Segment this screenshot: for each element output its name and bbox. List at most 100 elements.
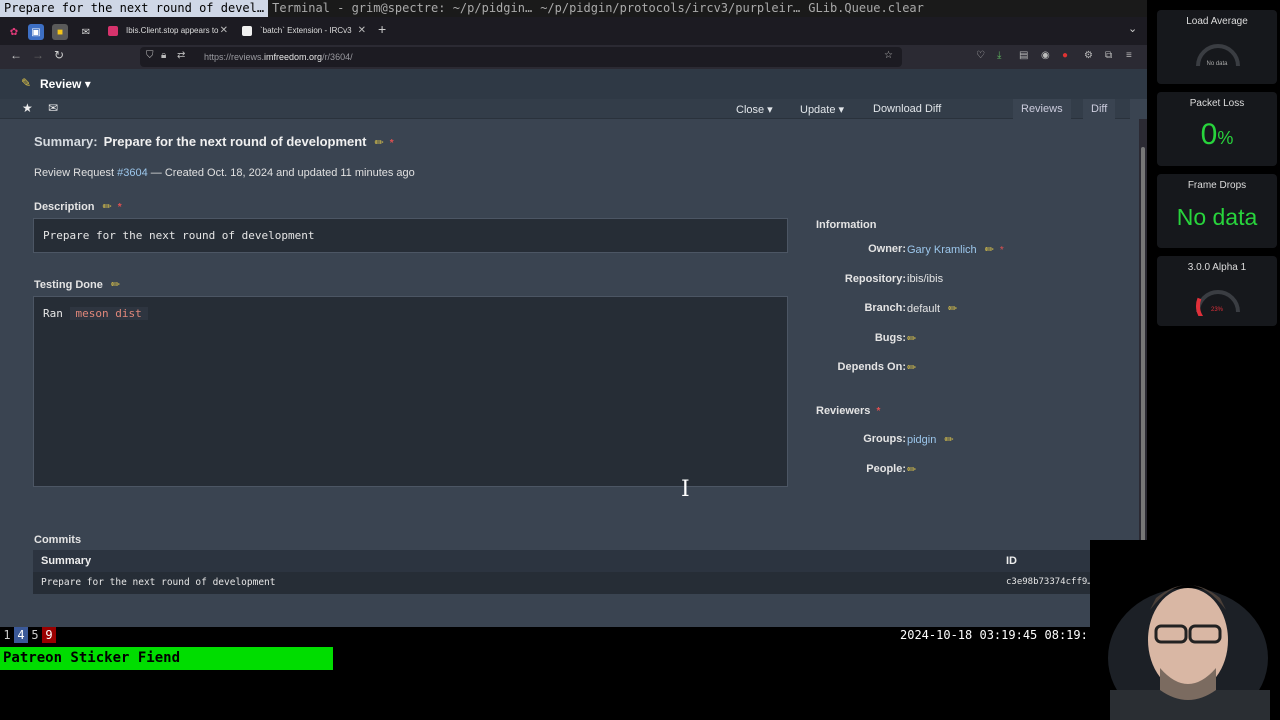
commit-summary: Prepare for the next round of developmen… bbox=[41, 577, 276, 588]
star-icon[interactable]: ★ bbox=[22, 101, 33, 115]
browser-window: ✿ ▣ ■ ✉ Ibis.Client.stop appears to ✕ `b… bbox=[0, 17, 1147, 627]
frame-drops-value: No data bbox=[1176, 204, 1258, 230]
edit-pencil-icon[interactable]: ✏ bbox=[907, 333, 916, 345]
pocket-icon[interactable]: ♡ bbox=[976, 50, 985, 61]
inline-code: meson dist bbox=[69, 307, 148, 320]
required-marker-icon: * bbox=[876, 406, 881, 417]
alpha-progress-title: 3.0.0 Alpha 1 bbox=[1187, 262, 1247, 273]
window-title[interactable]: Terminal - grim@spectre: ~/p/pidgin… bbox=[268, 0, 536, 17]
request-meta: Review Request #3604 — Created Oct. 18, … bbox=[34, 167, 415, 179]
back-icon[interactable]: ← bbox=[10, 48, 22, 62]
forward-icon[interactable]: → bbox=[32, 48, 44, 62]
reviewers-heading-row: Reviewers * bbox=[816, 405, 1116, 421]
alpha-progress-card: 3.0.0 Alpha 1 23% bbox=[1157, 256, 1277, 326]
menu-icon[interactable]: ≡ bbox=[1126, 50, 1132, 61]
tab[interactable]: Ibis.Client.stop appears to ✕ bbox=[102, 20, 234, 42]
tab-bar: ✿ ▣ ■ ✉ Ibis.Client.stop appears to ✕ `b… bbox=[0, 17, 1147, 45]
nav-review-menu[interactable]: Review ▾ bbox=[40, 77, 91, 91]
pinned-tab-icon[interactable]: ✉ bbox=[78, 24, 94, 40]
testing-done-field[interactable]: Ran meson dist bbox=[33, 296, 788, 487]
workspace-9[interactable]: 9 bbox=[42, 627, 56, 643]
frame-drops-title: Frame Drops bbox=[1187, 180, 1247, 191]
summary-label: Summary: bbox=[34, 134, 98, 149]
summary-text: Prepare for the next round of developmen… bbox=[103, 134, 367, 149]
branch-value: default ✏ bbox=[907, 303, 958, 315]
update-menu-button[interactable]: Update ▾ bbox=[800, 103, 844, 116]
workspace-5[interactable]: 5 bbox=[28, 627, 42, 643]
workspace-4[interactable]: 4 bbox=[14, 627, 28, 643]
top-navigation: ✎ Review ▾ bbox=[0, 69, 1147, 99]
required-marker-icon: * bbox=[999, 245, 1004, 256]
groups-link[interactable]: pidgin ✏ bbox=[907, 433, 954, 446]
pinned-tab-icon[interactable]: ▣ bbox=[28, 24, 44, 40]
close-menu-button[interactable]: Close ▾ bbox=[736, 103, 773, 116]
information-panel: Information Owner: Gary Kramlich ✏ * Repos… bbox=[816, 219, 1116, 476]
owner-link[interactable]: Gary Kramlich ✏ * bbox=[907, 243, 1004, 256]
account-icon[interactable]: ◉ bbox=[1041, 50, 1050, 61]
commits-table: Summary ID Prepare for the next round of… bbox=[33, 550, 1113, 594]
request-id-link[interactable]: #3604 bbox=[117, 167, 148, 179]
download-icon[interactable]: ⤓ bbox=[997, 50, 1001, 61]
tab-label: `batch` Extension - IRCv3 bbox=[260, 26, 352, 35]
repository-value: ibis/ibis bbox=[907, 273, 944, 285]
information-heading: Information bbox=[816, 219, 877, 231]
download-diff-button[interactable]: Download Diff bbox=[873, 103, 941, 115]
required-marker-icon: * bbox=[389, 138, 394, 149]
groups-row: Groups: pidgin ✏ bbox=[863, 433, 954, 446]
edit-pencil-icon[interactable]: ✏ bbox=[111, 279, 120, 291]
load-average-card: Load Average No data bbox=[1157, 10, 1277, 84]
bookmark-star-icon[interactable]: ☆ bbox=[884, 50, 893, 61]
url-bar[interactable]: ⛉ 🔒︎ ⇄ https://reviews.imfreedom.org/r/3… bbox=[140, 47, 902, 67]
extension-icon[interactable]: ● bbox=[1062, 50, 1068, 61]
reload-icon[interactable]: ↻ bbox=[54, 48, 64, 62]
extension-icon[interactable]: ⚙ bbox=[1084, 50, 1093, 61]
app-logo-icon[interactable]: ✿ bbox=[6, 24, 22, 40]
edit-pencil-icon[interactable]: ✏ bbox=[944, 434, 953, 446]
tab-diff[interactable]: Diff bbox=[1083, 99, 1116, 119]
window-title[interactable]: GLib.Queue.clear bbox=[804, 0, 928, 17]
extensions-puzzle-icon[interactable]: ⧉ bbox=[1105, 50, 1112, 61]
summary-heading: Summary: Prepare for the next round of de… bbox=[34, 134, 394, 149]
text-cursor-icon: I bbox=[681, 477, 690, 502]
window-title[interactable]: ~/p/pidgin/protocols/ircv3/purpleir… bbox=[536, 0, 804, 17]
mail-icon[interactable]: ✉ bbox=[48, 101, 58, 115]
depends-on-row: Depends On: ✏ bbox=[837, 361, 917, 374]
pinned-tab-active-icon[interactable]: ■ bbox=[52, 24, 68, 40]
edit-pencil-icon[interactable]: ✏ bbox=[907, 362, 916, 374]
review-logo-icon: ✎ bbox=[21, 76, 32, 90]
owner-row: Owner: Gary Kramlich ✏ * bbox=[868, 243, 1004, 256]
people-row: People: ✏ bbox=[866, 463, 917, 476]
edit-pencil-icon[interactable]: ✏ bbox=[907, 464, 916, 476]
bugs-row: Bugs: ✏ bbox=[874, 332, 917, 345]
edit-pencil-icon[interactable]: ✏ bbox=[103, 201, 112, 213]
packet-loss-card: Packet Loss 0% bbox=[1157, 92, 1277, 166]
reader-view-icon[interactable]: ▤ bbox=[1019, 50, 1028, 61]
patreon-banner: Patreon Sticker Fiend bbox=[0, 647, 333, 670]
page-content: ✎ Review ▾ ★ ✉ Close ▾ Update ▾ Download… bbox=[0, 69, 1147, 627]
edit-pencil-icon[interactable]: ✏ bbox=[375, 137, 384, 149]
reviewers-heading: Reviewers * bbox=[816, 405, 881, 417]
description-field[interactable]: Prepare for the next round of developmen… bbox=[33, 218, 788, 253]
window-title-active[interactable]: Prepare for the next round of devel… bbox=[0, 0, 269, 17]
table-row[interactable]: Prepare for the next round of developmen… bbox=[33, 572, 1113, 594]
scrollbar-thumb[interactable] bbox=[1141, 147, 1145, 547]
tab-reviews[interactable]: Reviews bbox=[1013, 99, 1071, 119]
column-summary: Summary bbox=[41, 555, 92, 567]
commit-id[interactable]: c3e98b73374cff9… bbox=[1006, 577, 1093, 587]
tab-close-icon[interactable]: ✕ bbox=[358, 20, 366, 42]
edit-pencil-icon[interactable]: ✏ bbox=[985, 244, 994, 256]
clock: 2024-10-18 03:19:45 08:19: bbox=[900, 628, 1088, 642]
review-action-bar: ★ ✉ Close ▾ Update ▾ Download Diff Revie… bbox=[0, 99, 1130, 119]
workspace-1[interactable]: 1 bbox=[0, 627, 14, 643]
lock-icon[interactable]: 🔒︎ bbox=[161, 50, 166, 61]
packet-loss-value: 0% bbox=[1200, 118, 1234, 151]
tab-close-icon[interactable]: ✕ bbox=[220, 20, 228, 42]
edit-pencil-icon[interactable]: ✏ bbox=[948, 303, 957, 315]
permissions-icon[interactable]: ⇄ bbox=[177, 50, 185, 61]
frame-drops-card: Frame Drops No data bbox=[1157, 174, 1277, 248]
new-tab-icon[interactable]: + bbox=[378, 21, 386, 37]
shield-icon[interactable]: ⛉ bbox=[146, 50, 154, 61]
url-text[interactable]: https://reviews.imfreedom.org/r/3604/ bbox=[204, 47, 353, 67]
tab[interactable]: `batch` Extension - IRCv3 ✕ bbox=[236, 20, 372, 42]
chevron-down-icon[interactable]: ⌄ bbox=[1128, 22, 1137, 35]
